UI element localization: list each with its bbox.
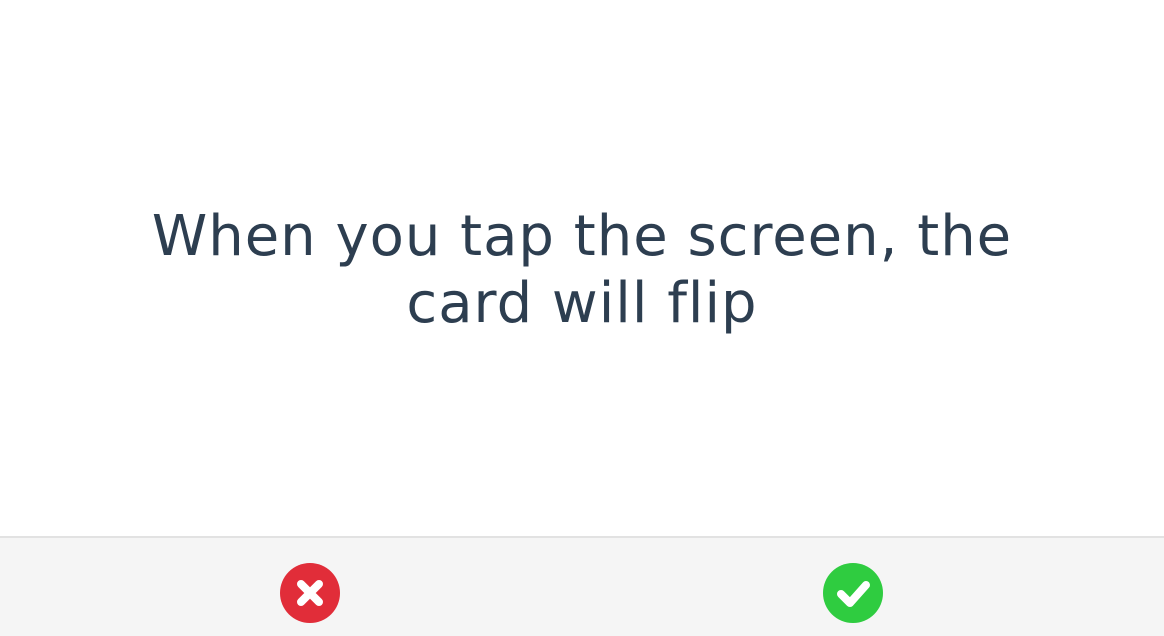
checkmark-icon: [823, 563, 883, 623]
wrong-answer-button[interactable]: [280, 563, 340, 623]
card-text: When you tap the screen, the card will f…: [151, 203, 1013, 336]
flip-card[interactable]: When you tap the screen, the card will f…: [0, 0, 1164, 537]
right-answer-button[interactable]: [823, 563, 883, 623]
x-icon: [280, 563, 340, 623]
answer-toolbar: [0, 536, 1164, 636]
flashcard-app: When you tap the screen, the card will f…: [0, 0, 1164, 636]
